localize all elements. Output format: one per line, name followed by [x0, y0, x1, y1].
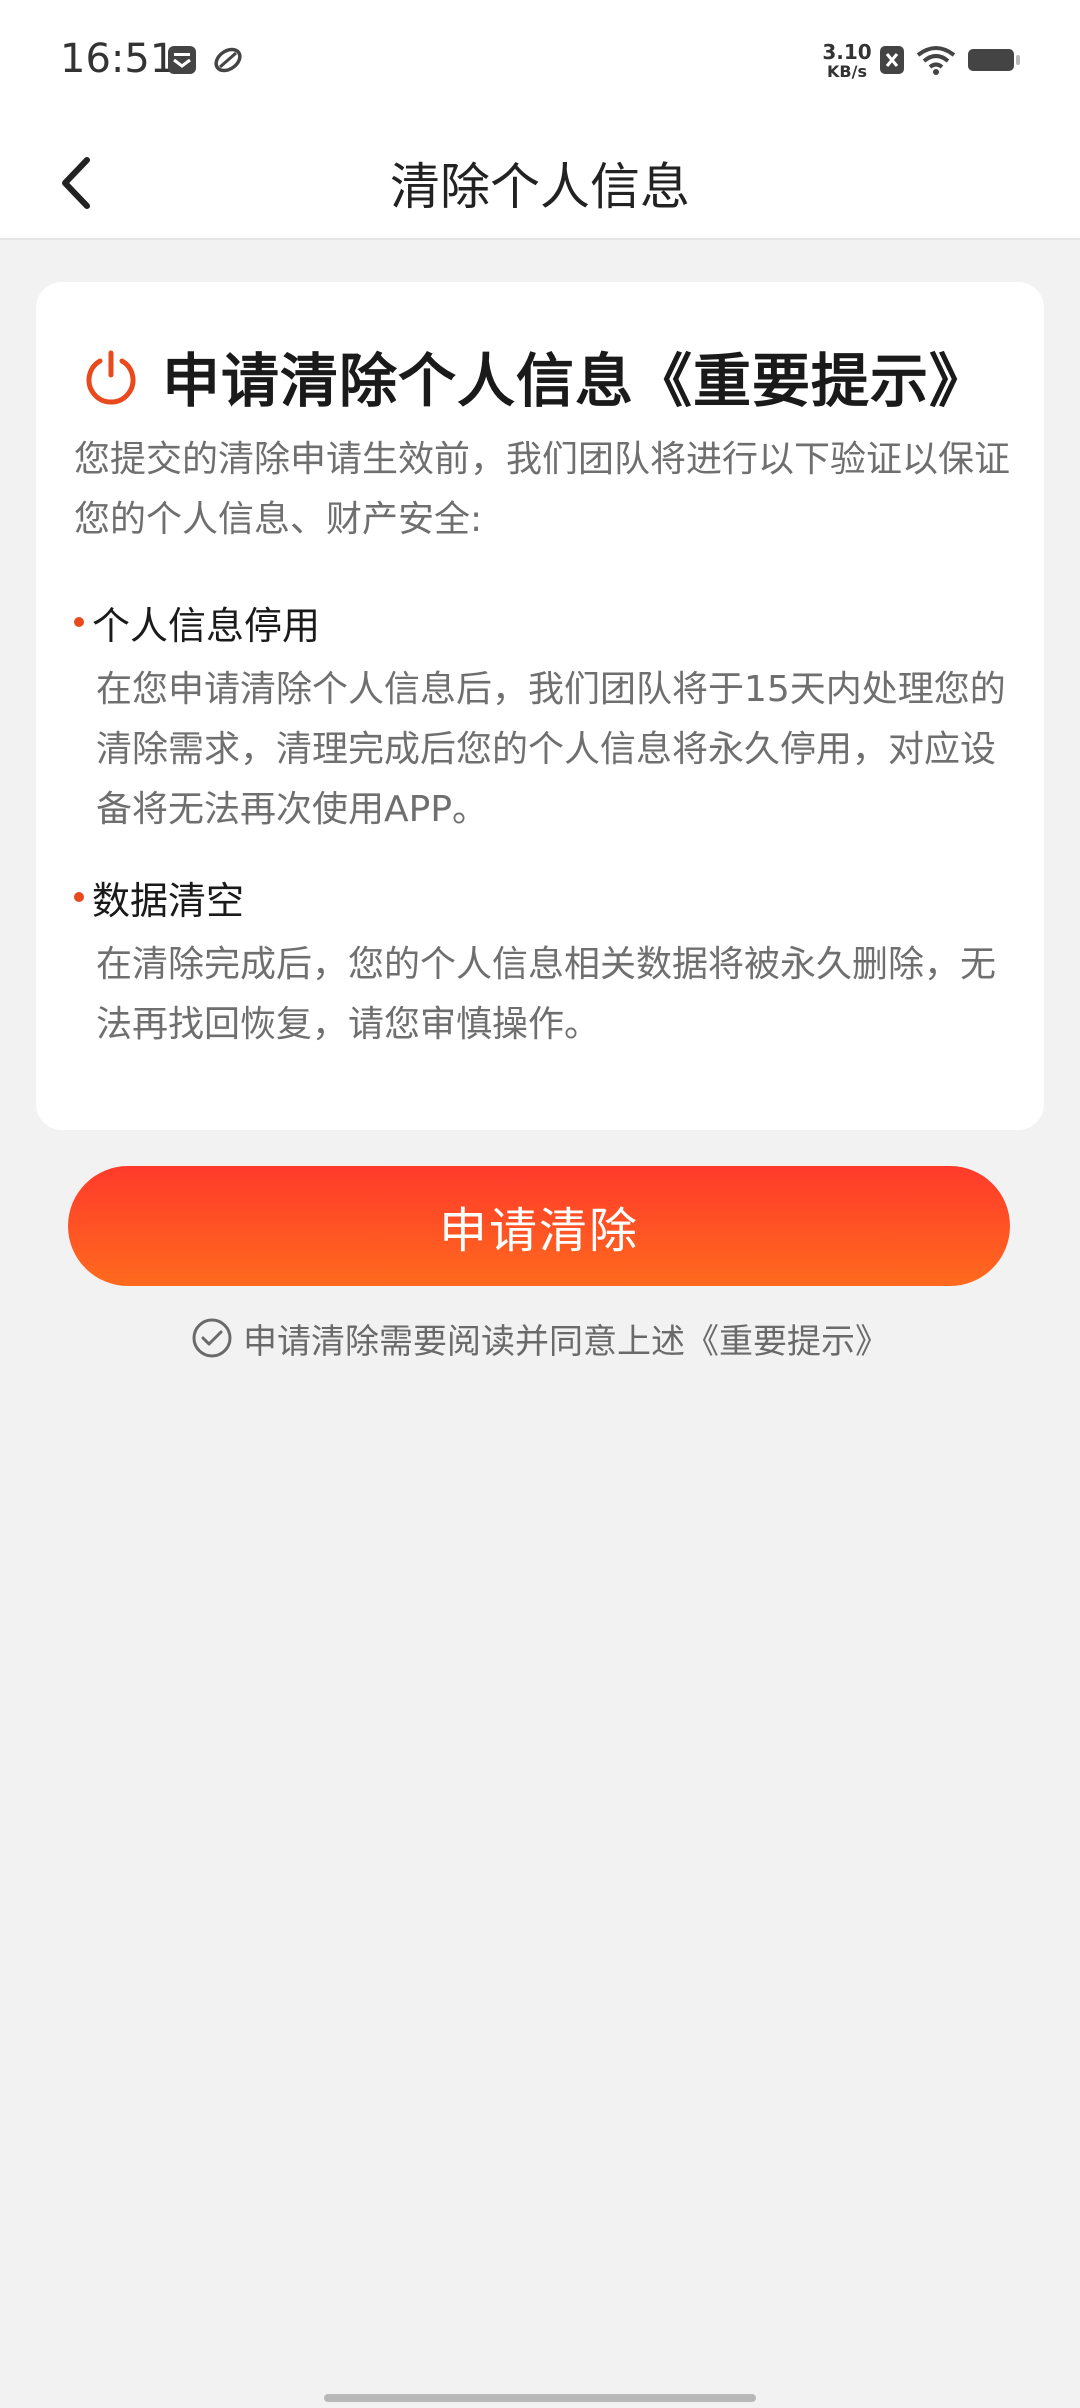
bullet-dot — [74, 892, 84, 902]
notification-box-icon — [168, 46, 196, 74]
status-bar: 16:51 3.10 KB/s — [0, 0, 1080, 128]
agreement-row[interactable]: 申请清除需要阅读并同意上述《重要提示》 — [0, 1310, 1080, 1366]
card-intro: 您提交的清除申请生效前，我们团队将进行以下验证以保证您的个人信息、财产安全: — [74, 439, 1011, 540]
section-title-text: 数据清空 — [92, 878, 245, 923]
nav-header: 清除个人信息 — [0, 128, 1080, 240]
section-body: 在清除完成后，您的个人信息相关数据将被永久删除，无法再找回恢复，请您审慎操作。 — [96, 944, 997, 1045]
bullet-dot — [74, 617, 84, 627]
power-icon — [86, 350, 136, 405]
agreement-text: 申请清除需要阅读并同意上述《重要提示》 — [243, 1321, 889, 1362]
network-speed: 3.10 KB/s — [822, 42, 872, 80]
section-deactivate: 个人信息停用 在您申请清除个人信息后，我们团队将于15天内处理您的清除需求，清理… — [74, 592, 1014, 840]
section-body: 在您申请清除个人信息后，我们团队将于15天内处理您的清除需求，清理完成后您的个人… — [96, 669, 1006, 830]
home-indicator[interactable] — [324, 2394, 756, 2402]
section-title: 个人信息停用 — [74, 592, 1014, 652]
section-title-text: 个人信息停用 — [92, 603, 321, 648]
network-speed-unit: KB/s — [827, 62, 867, 81]
check-circle-icon[interactable] — [191, 1317, 233, 1359]
apply-clear-button[interactable]: 申请清除 — [68, 1166, 1010, 1286]
card-title: 申请清除个人信息《重要提示》 — [162, 347, 989, 415]
section-title: 数据清空 — [74, 867, 1014, 927]
network-speed-value: 3.10 — [822, 40, 872, 64]
app-leaf-icon — [214, 47, 242, 73]
status-time: 16:51 — [60, 36, 176, 82]
notice-card: 申请清除个人信息《重要提示》 您提交的清除申请生效前，我们团队将进行以下验证以保… — [36, 282, 1044, 1130]
page-title: 清除个人信息 — [390, 158, 690, 216]
card-title-row: 申请清除个人信息《重要提示》 — [82, 334, 988, 418]
sim-x-icon — [880, 46, 904, 74]
battery-icon — [968, 49, 1020, 71]
section-clear-data: 数据清空 在清除完成后，您的个人信息相关数据将被永久删除，无法再找回恢复，请您审… — [74, 867, 1014, 1055]
wifi-icon — [916, 46, 956, 75]
